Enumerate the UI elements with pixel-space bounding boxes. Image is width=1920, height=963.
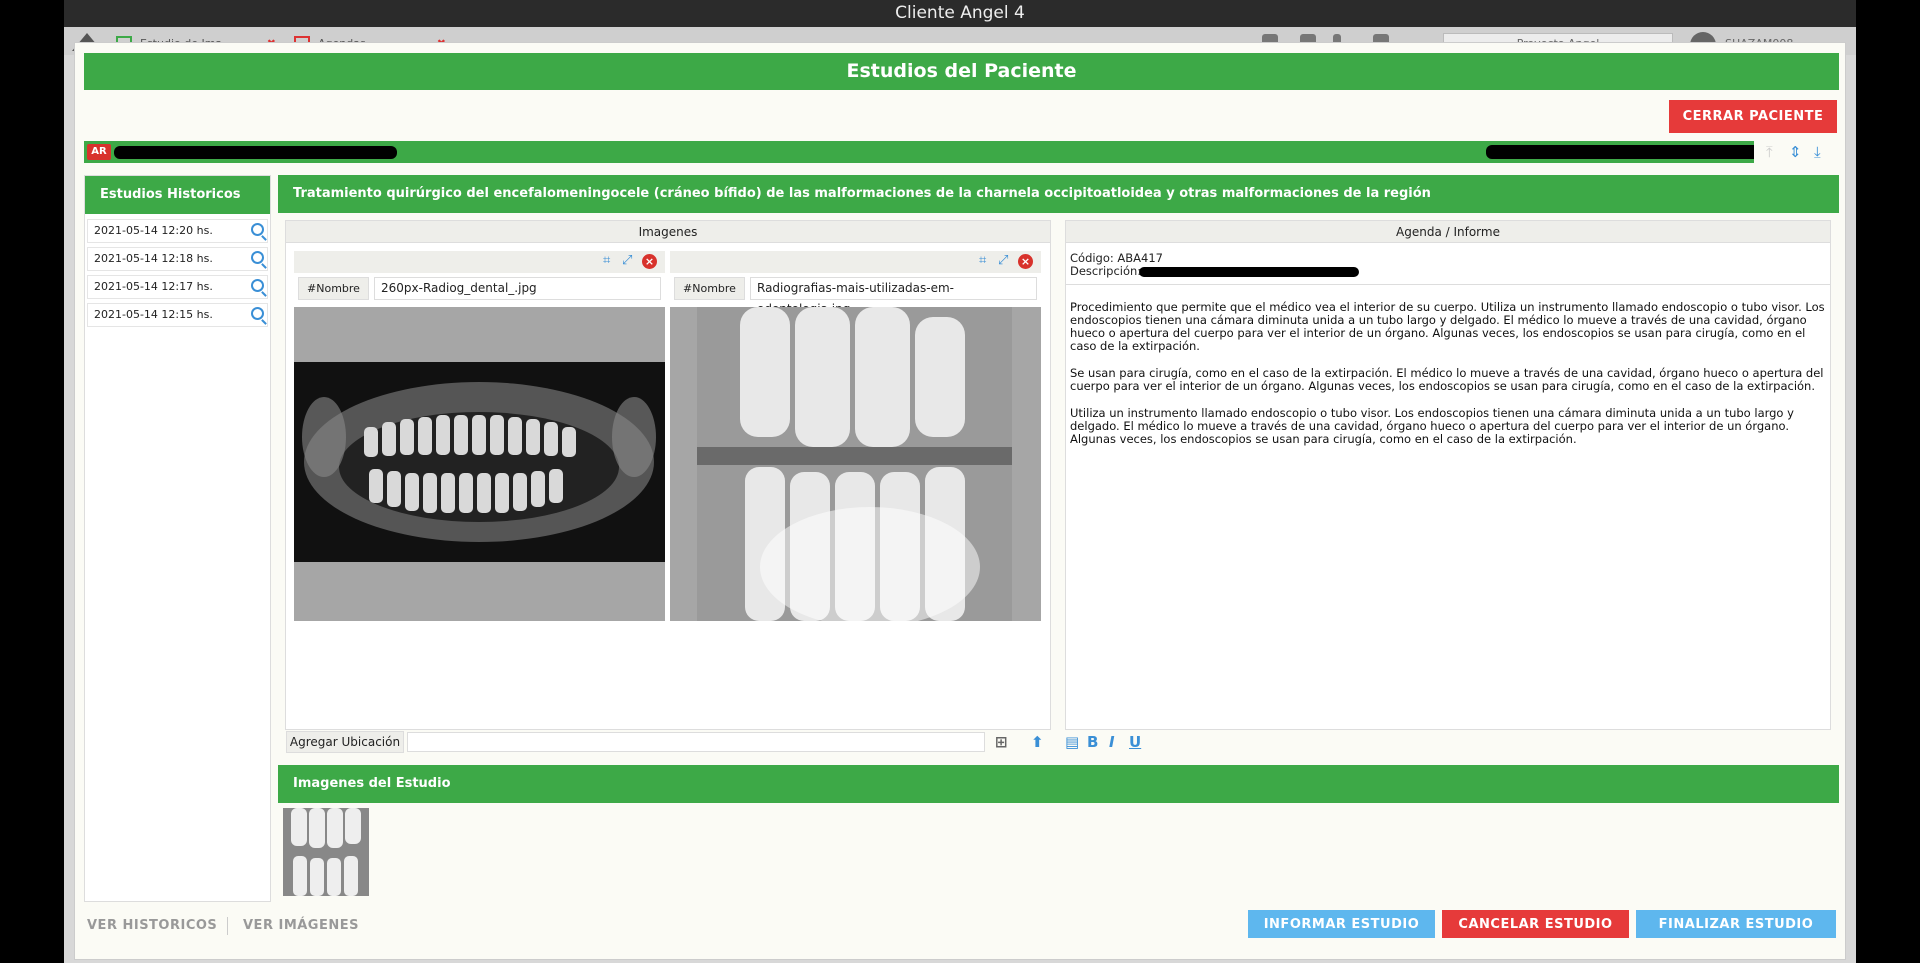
cancel-study-button[interactable]: CANCELAR ESTUDIO: [1442, 910, 1629, 938]
search-icon[interactable]: [251, 251, 264, 264]
expand-icon[interactable]: ⤢: [998, 253, 1008, 268]
underline-icon[interactable]: U: [1129, 733, 1141, 751]
intraoral-xray-image[interactable]: [670, 307, 1041, 621]
history-item-label: 2021-05-14 12:18 hs.: [94, 252, 213, 265]
history-title: Estudios Historicos: [85, 176, 270, 214]
history-sidebar: Estudios Historicos 2021-05-14 12:20 hs.…: [84, 175, 271, 902]
italic-icon[interactable]: I: [1109, 733, 1115, 751]
image-card: ⌗ ⤢ × #Nombre Radiografias-mais-utilizad…: [670, 251, 1041, 621]
patient-bar: AR ⤒ ⇕ ⤓: [84, 141, 1839, 163]
panoramic-xray-graphic: [294, 362, 665, 562]
bold-icon[interactable]: B: [1087, 733, 1098, 751]
name-field[interactable]: Radiografias-mais-utilizadas-em-odontolo…: [750, 277, 1037, 316]
file-icon[interactable]: ▤: [1065, 733, 1079, 751]
study-image-thumbnail[interactable]: [283, 808, 369, 896]
modal-title: Estudios del Paciente: [84, 53, 1839, 90]
country-badge: AR: [87, 144, 111, 160]
search-icon[interactable]: [251, 279, 264, 292]
report-description-label: Descripción:: [1070, 264, 1142, 278]
download-icon[interactable]: ⤓: [1814, 143, 1821, 161]
intraoral-xray-graphic: [697, 307, 1012, 621]
image-card-toolbar: ⌗ ⤢ ×: [294, 251, 665, 273]
image-card: ⌗ ⤢ × #Nombre 260px-Radiog_dental_.jpg: [294, 251, 665, 621]
report-panel: Agenda / Informe Código: ABA417 Descripc…: [1065, 220, 1831, 730]
image-name-row: #Nombre Radiografias-mais-utilizadas-em-…: [670, 273, 1041, 316]
location-input[interactable]: [407, 732, 985, 752]
report-study-button[interactable]: INFORMAR ESTUDIO: [1248, 910, 1435, 938]
add-icon[interactable]: ⊞: [995, 733, 1008, 751]
redacted-patient-id: [1486, 145, 1761, 159]
crop-icon[interactable]: ⌗: [979, 253, 986, 268]
images-panel-title: Imagenes: [286, 221, 1050, 243]
collapse-icon[interactable]: ⇕: [1789, 143, 1802, 161]
view-history-link[interactable]: VER HISTORICOS: [87, 918, 217, 933]
panoramic-xray-image[interactable]: [294, 307, 665, 621]
move-top-icon[interactable]: ⤒: [1766, 143, 1773, 161]
image-name-row: #Nombre 260px-Radiog_dental_.jpg: [294, 273, 665, 303]
expand-icon[interactable]: ⤢: [622, 253, 632, 268]
redacted-description: [1139, 267, 1359, 277]
history-item-label: 2021-05-14 12:15 hs.: [94, 308, 213, 321]
study-title: Tratamiento quirúrgico del encefalomenin…: [278, 175, 1839, 213]
history-item-label: 2021-05-14 12:20 hs.: [94, 224, 213, 237]
patient-studies-modal: Estudios del Paciente CERRAR PACIENTE AR…: [74, 42, 1846, 960]
history-item[interactable]: 2021-05-14 12:20 hs.: [87, 219, 268, 243]
report-text: Procedimiento que permite que el médico …: [1070, 301, 1826, 460]
history-item[interactable]: 2021-05-14 12:18 hs.: [87, 247, 268, 271]
divider: [1066, 284, 1830, 285]
search-icon[interactable]: [251, 223, 264, 236]
report-panel-title: Agenda / Informe: [1066, 221, 1830, 243]
window-title: Cliente Angel 4: [64, 0, 1856, 27]
history-item-label: 2021-05-14 12:17 hs.: [94, 280, 213, 293]
upload-icon[interactable]: ⬆: [1031, 733, 1044, 751]
history-item[interactable]: 2021-05-14 12:17 hs.: [87, 275, 268, 299]
name-label: #Nombre: [298, 277, 369, 300]
crop-icon[interactable]: ⌗: [603, 253, 610, 268]
search-icon[interactable]: [251, 307, 264, 320]
view-images-link[interactable]: VER IMÁGENES: [243, 918, 359, 933]
delete-icon[interactable]: ×: [1018, 254, 1033, 269]
report-body[interactable]: Código: ABA417 Descripción: Procedimient…: [1066, 249, 1830, 729]
report-paragraph: Se usan para cirugía, como en el caso de…: [1070, 366, 1824, 393]
images-panel: Imagenes ⌗ ⤢ × #Nombre 260px-Radiog_dent…: [285, 220, 1051, 730]
name-label: #Nombre: [674, 277, 745, 300]
thumbnail-graphic: [283, 808, 369, 896]
close-patient-button[interactable]: CERRAR PACIENTE: [1669, 100, 1837, 133]
history-item[interactable]: 2021-05-14 12:15 hs.: [87, 303, 268, 327]
study-images-title: Imagenes del Estudio: [278, 765, 1839, 803]
name-field[interactable]: 260px-Radiog_dental_.jpg: [374, 277, 661, 300]
report-paragraph: Procedimiento que permite que el médico …: [1070, 300, 1825, 353]
report-paragraph: Utiliza un instrumento llamado endoscopi…: [1070, 406, 1794, 446]
finish-study-button[interactable]: FINALIZAR ESTUDIO: [1636, 910, 1836, 938]
add-location-button[interactable]: Agregar Ubicación: [286, 731, 404, 753]
delete-icon[interactable]: ×: [642, 254, 657, 269]
image-card-toolbar: ⌗ ⤢ ×: [670, 251, 1041, 273]
redacted-patient-name: [114, 146, 397, 159]
patient-bar-tools: ⤒ ⇕ ⤓: [1754, 141, 1839, 163]
footer-separator: [227, 917, 228, 935]
